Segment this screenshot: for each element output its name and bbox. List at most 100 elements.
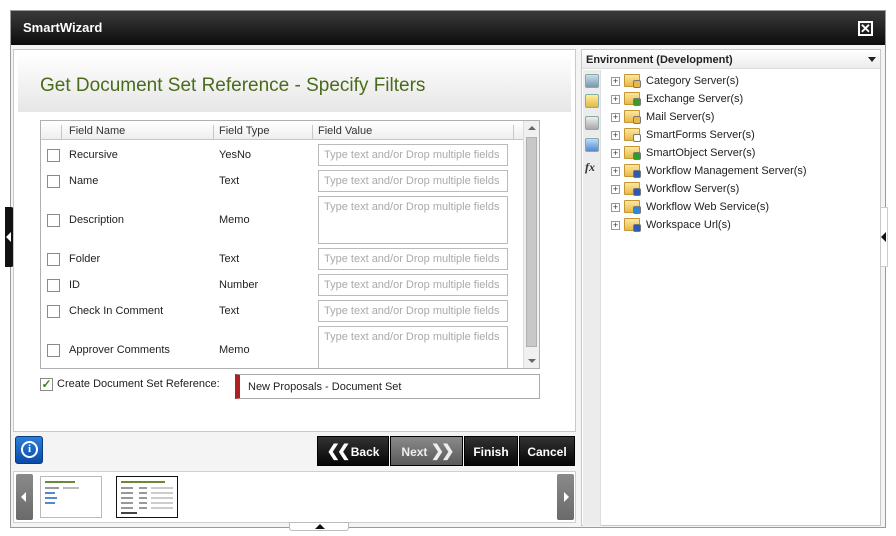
expand-icon[interactable]: + <box>611 167 620 176</box>
tree-node-label: Workspace Url(s) <box>646 219 731 231</box>
close-icon[interactable]: ✕ <box>858 21 873 36</box>
tree-node[interactable]: + Workflow Server(s) <box>604 182 874 198</box>
tree-node[interactable]: + SmartObject Server(s) <box>604 146 874 162</box>
tree-node-label: Exchange Server(s) <box>646 93 744 105</box>
tree-node[interactable]: + Workflow Management Server(s) <box>604 164 874 180</box>
field-value-input[interactable]: Type text and/or Drop multiple fields <box>318 326 508 368</box>
server-badge-icon <box>633 152 641 160</box>
info-button[interactable]: i <box>15 436 43 464</box>
server-badge-icon <box>633 80 641 88</box>
field-type-cell: Text <box>219 253 240 265</box>
field-value-input[interactable]: Type text and/or Drop multiple fields <box>318 170 508 192</box>
tree-node[interactable]: + Exchange Server(s) <box>604 92 874 108</box>
field-name-cell: Folder <box>69 253 101 265</box>
chevron-down-icon[interactable] <box>868 57 876 62</box>
back-arrow-icon: ❮❮ <box>326 443 351 460</box>
next-label: Next <box>401 445 428 459</box>
expand-icon[interactable]: + <box>611 77 620 86</box>
page-thumbnail-strip <box>13 471 576 523</box>
window-title: SmartWizard <box>23 20 103 35</box>
expand-icon[interactable]: + <box>611 113 620 122</box>
field-value-input[interactable]: Type text and/or Drop multiple fields <box>318 196 508 244</box>
table-row: Name Text Type text and/or Drop multiple f… <box>41 169 524 193</box>
environment-panel: Environment (Development) fx + Category S… <box>581 49 881 526</box>
field-value-input[interactable]: Type text and/or Drop multiple fields <box>318 144 508 166</box>
column-header-field-value[interactable]: Field Value <box>318 125 372 137</box>
object-browser-icon[interactable] <box>585 94 599 108</box>
create-ref-checkbox[interactable]: ✓ <box>40 378 53 391</box>
row-select-checkbox[interactable] <box>47 253 60 266</box>
table-row: Approver Comments Memo Type text and/or Dr… <box>41 325 524 368</box>
server-badge-icon <box>633 98 641 106</box>
field-value-input[interactable]: Type text and/or Drop multiple fields <box>318 274 508 296</box>
field-name-cell: Recursive <box>69 149 118 161</box>
environment-title: Environment (Development) <box>586 54 733 66</box>
field-value-input[interactable]: Type text and/or Drop multiple fields <box>318 248 508 270</box>
environment-tree: + Category Server(s) + Exchange Server(s) + M… <box>604 74 878 514</box>
scroll-down-icon[interactable] <box>528 359 536 363</box>
page-thumbnail-1[interactable] <box>40 476 102 518</box>
next-button[interactable]: Next ❯❯ <box>390 436 463 466</box>
scroll-thumb[interactable] <box>526 137 537 347</box>
context-browser-icon[interactable] <box>585 74 599 88</box>
table-row: Folder Text Type text and/or Drop multiple… <box>41 247 524 271</box>
strip-prev-button[interactable] <box>16 474 33 520</box>
row-select-checkbox[interactable] <box>47 175 60 188</box>
table-row: Check In Comment Text Type text and/or Dro… <box>41 299 524 323</box>
title-bar: SmartWizard ✕ <box>11 11 885 45</box>
tree-node-label: Mail Server(s) <box>646 111 715 123</box>
field-type-cell: YesNo <box>219 149 252 161</box>
field-type-cell: Memo <box>219 214 250 226</box>
server-badge-icon <box>633 170 641 178</box>
field-name-cell: Description <box>69 214 125 226</box>
environment-header[interactable]: Environment (Development) <box>582 50 880 69</box>
document-set-reference-field[interactable]: New Proposals - Document Set <box>235 374 540 399</box>
cancel-button[interactable]: Cancel <box>519 436 575 466</box>
table-row: ID Number Type text and/or Drop multiple f… <box>41 273 524 297</box>
strip-next-button[interactable] <box>557 474 574 520</box>
expand-icon[interactable]: + <box>611 203 620 212</box>
field-type-cell: Text <box>219 175 240 187</box>
tree-node-label: Workflow Web Service(s) <box>646 201 770 213</box>
expand-icon[interactable]: + <box>611 95 620 104</box>
row-select-checkbox[interactable] <box>47 214 60 227</box>
server-badge-icon <box>633 134 641 142</box>
finish-button[interactable]: Finish <box>464 436 518 466</box>
page-thumbnail-2[interactable] <box>116 476 178 518</box>
field-type-cell: Memo <box>219 344 250 356</box>
scroll-up-icon[interactable] <box>528 126 536 130</box>
expand-icon[interactable]: + <box>611 185 620 194</box>
back-label: Back <box>350 445 380 459</box>
context-tool-strip: fx <box>583 70 601 526</box>
workflow-context-icon[interactable] <box>585 138 599 152</box>
thumbnail-collapse-toggle[interactable] <box>289 522 349 531</box>
grid-scrollbar[interactable] <box>523 121 539 368</box>
tree-node-label: Workflow Management Server(s) <box>646 165 807 177</box>
field-value-input[interactable]: Type text and/or Drop multiple fields <box>318 300 508 322</box>
wizard-nav-bar: i ❮❮ Back Next ❯❯ Finish Cancel <box>13 435 576 469</box>
field-type-cell: Number <box>219 279 259 291</box>
server-badge-icon <box>633 188 641 196</box>
row-select-checkbox[interactable] <box>47 279 60 292</box>
tree-node[interactable]: + Mail Server(s) <box>604 110 874 126</box>
row-select-checkbox[interactable] <box>47 305 60 318</box>
table-row: Description Memo Type text and/or Drop mul… <box>41 195 524 245</box>
variables-icon[interactable] <box>585 116 599 130</box>
tree-node[interactable]: + Workflow Web Service(s) <box>604 200 874 216</box>
wizard-header: Get Document Set Reference - Specify Fil… <box>18 54 571 112</box>
back-button[interactable]: ❮❮ Back <box>317 436 389 466</box>
field-name-cell: Check In Comment <box>69 305 164 317</box>
expand-icon[interactable]: + <box>611 221 620 230</box>
smartwizard-window: SmartWizard ✕ Get Document Set Reference… <box>5 10 888 531</box>
row-select-checkbox[interactable] <box>47 149 60 162</box>
tree-node[interactable]: + Workspace Url(s) <box>604 218 874 234</box>
tree-node[interactable]: + SmartForms Server(s) <box>604 128 874 144</box>
expand-icon[interactable]: + <box>611 149 620 158</box>
row-select-checkbox[interactable] <box>47 344 60 357</box>
tree-node[interactable]: + Category Server(s) <box>604 74 874 90</box>
functions-icon[interactable]: fx <box>585 160 599 174</box>
column-header-field-type[interactable]: Field Type <box>219 125 270 137</box>
expand-icon[interactable]: + <box>611 131 620 140</box>
column-header-field-name[interactable]: Field Name <box>69 125 125 137</box>
grid-header: Field Name Field Type Field Value <box>41 121 524 140</box>
